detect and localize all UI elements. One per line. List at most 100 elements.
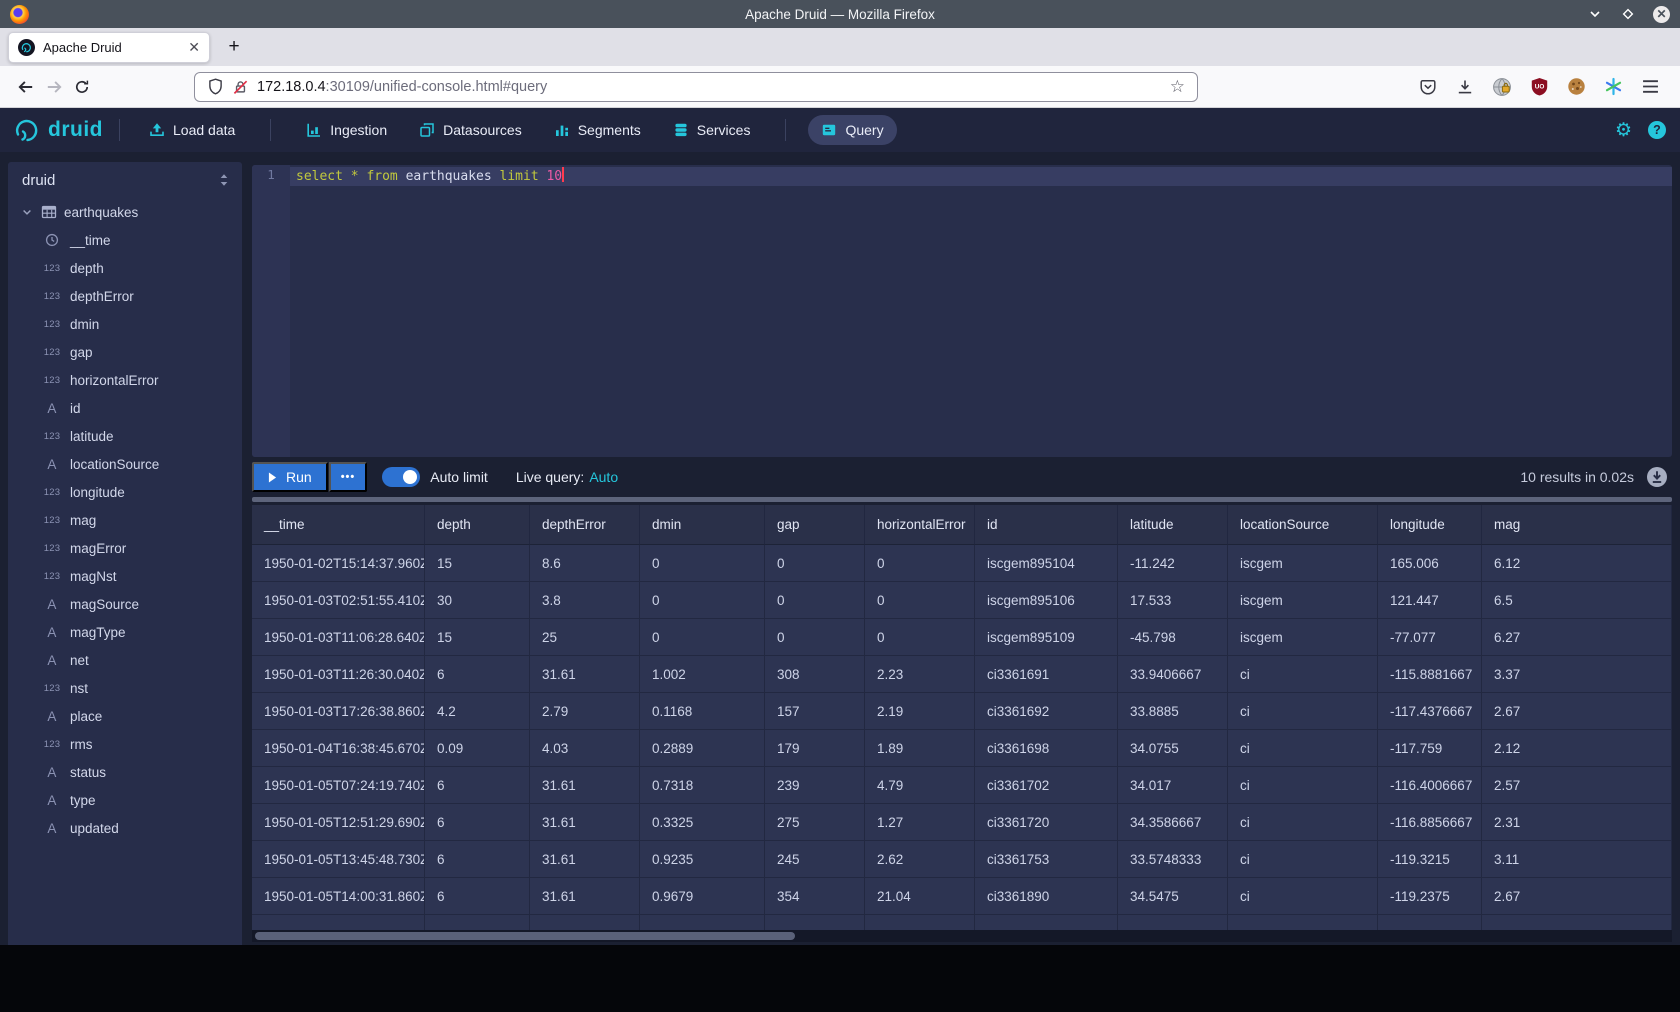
field-status[interactable]: Astatus [8, 758, 242, 786]
table-cell[interactable]: 0 [765, 545, 865, 582]
table-cell[interactable]: 31.61 [530, 656, 640, 693]
table-cell[interactable]: 0 [765, 619, 865, 656]
tracking-shield-icon[interactable] [207, 75, 223, 99]
query-text[interactable]: select * from earthquakes limit 10 [296, 167, 564, 184]
menu-hamburger-icon[interactable] [1638, 75, 1662, 99]
table-cell[interactable]: -116.8856667 [1378, 804, 1482, 841]
table-cell[interactable]: 6 [425, 804, 530, 841]
table-cell[interactable]: ci [1228, 878, 1378, 915]
url-text[interactable]: 172.18.0.4:30109/unified-console.html#qu… [257, 79, 547, 95]
downloads-icon[interactable] [1453, 75, 1477, 99]
column-header-__time[interactable]: __time [252, 505, 425, 545]
table-cell[interactable]: 0 [640, 582, 765, 619]
table-cell[interactable]: 2.62 [865, 841, 975, 878]
table-cell[interactable]: 0 [865, 545, 975, 582]
table-cell[interactable]: 1950-01-03T02:51:55.410Z [252, 582, 425, 619]
table-cell[interactable]: 1950-01-05T14:00:31.860Z [252, 878, 425, 915]
table-cell[interactable]: 2.57 [1482, 767, 1672, 804]
field-magSource[interactable]: AmagSource [8, 590, 242, 618]
table-cell[interactable]: 121.447 [1378, 582, 1482, 619]
table-cell[interactable]: 1.89 [865, 730, 975, 767]
column-header-gap[interactable]: gap [765, 505, 865, 545]
table-cell[interactable]: 6 [425, 656, 530, 693]
field-updated[interactable]: Aupdated [8, 814, 242, 842]
table-cell[interactable]: 2.67 [1482, 693, 1672, 730]
bookmark-star-icon[interactable]: ☆ [1170, 77, 1185, 97]
nav-datasources[interactable]: Datasources [406, 115, 535, 145]
table-cell[interactable]: 2.12 [1482, 730, 1672, 767]
table-cell[interactable]: iscgem [1228, 582, 1378, 619]
table-cell[interactable]: 8.6 [530, 545, 640, 582]
scrollbar-thumb[interactable] [255, 932, 795, 940]
table-cell[interactable]: 0 [865, 582, 975, 619]
table-cell[interactable]: 6 [425, 841, 530, 878]
field-locationSource[interactable]: AlocationSource [8, 450, 242, 478]
table-cell[interactable]: -116.4006667 [1378, 767, 1482, 804]
column-header-depthError[interactable]: depthError [530, 505, 640, 545]
field-gap[interactable]: 123gap [8, 338, 242, 366]
table-cell[interactable]: 17.533 [1118, 582, 1228, 619]
query-editor[interactable]: 1 select * from earthquakes limit 10 [252, 165, 1672, 457]
table-cell[interactable]: 31.61 [530, 841, 640, 878]
table-cell[interactable]: 21.04 [865, 878, 975, 915]
table-cell[interactable]: 1950-01-03T17:26:38.860Z [252, 693, 425, 730]
field-horizontalError[interactable]: 123horizontalError [8, 366, 242, 394]
table-cell[interactable]: 2.67 [1482, 878, 1672, 915]
double-caret-icon[interactable] [218, 173, 230, 187]
table-cell[interactable]: 0 [865, 619, 975, 656]
table-cell[interactable]: 0 [640, 619, 765, 656]
auto-limit-toggle[interactable] [382, 467, 420, 487]
chevron-down-icon[interactable] [21, 206, 34, 218]
table-cell[interactable]: iscgem895106 [975, 582, 1118, 619]
table-cell[interactable]: 1.27 [865, 804, 975, 841]
field-magNst[interactable]: 123magNst [8, 562, 242, 590]
table-cell[interactable]: 1.002 [640, 656, 765, 693]
table-cell[interactable]: -115.8881667 [1378, 656, 1482, 693]
table-cell[interactable]: 3.8 [530, 582, 640, 619]
nav-query[interactable]: Query [808, 115, 896, 145]
insecure-lock-icon[interactable] [232, 75, 248, 99]
table-cell[interactable]: 6 [425, 767, 530, 804]
field-latitude[interactable]: 123latitude [8, 422, 242, 450]
field-id[interactable]: Aid [8, 394, 242, 422]
spark-extension-icon[interactable] [1601, 75, 1625, 99]
table-cell[interactable]: 239 [765, 767, 865, 804]
table-cell[interactable]: 34.5475 [1118, 878, 1228, 915]
table-cell[interactable]: 0.9235 [640, 841, 765, 878]
table-cell[interactable]: ci3361698 [975, 730, 1118, 767]
table-cell[interactable]: -117.4376667 [1378, 693, 1482, 730]
table-cell[interactable]: ci [1228, 656, 1378, 693]
table-cell[interactable]: -119.2375 [1378, 878, 1482, 915]
table-cell[interactable]: iscgem895109 [975, 619, 1118, 656]
table-cell[interactable]: iscgem [1228, 545, 1378, 582]
table-cell[interactable]: 6.27 [1482, 619, 1672, 656]
field-longitude[interactable]: 123longitude [8, 478, 242, 506]
table-cell[interactable]: ci [1228, 767, 1378, 804]
table-cell[interactable]: 0.9679 [640, 878, 765, 915]
table-cell[interactable]: 33.5748333 [1118, 841, 1228, 878]
table-cell[interactable]: 354 [765, 878, 865, 915]
table-cell[interactable]: 6 [425, 878, 530, 915]
table-cell[interactable]: 1950-01-03T11:06:28.640Z [252, 619, 425, 656]
table-cell[interactable]: ci3361702 [975, 767, 1118, 804]
table-cell[interactable]: 165.006 [1378, 545, 1482, 582]
table-cell[interactable]: 2.23 [865, 656, 975, 693]
table-cell[interactable]: 0.3325 [640, 804, 765, 841]
table-cell[interactable]: 157 [765, 693, 865, 730]
table-cell[interactable]: 30 [425, 582, 530, 619]
table-cell[interactable]: 15 [425, 619, 530, 656]
table-cell[interactable]: 15 [425, 545, 530, 582]
druid-logo[interactable]: druid [14, 117, 103, 143]
table-cell[interactable]: iscgem [1228, 619, 1378, 656]
table-cell[interactable]: 308 [765, 656, 865, 693]
table-cell[interactable]: ci3361691 [975, 656, 1118, 693]
table-cell[interactable]: ci [1228, 841, 1378, 878]
table-cell[interactable]: ci3361890 [975, 878, 1118, 915]
table-cell[interactable]: -11.242 [1118, 545, 1228, 582]
field-net[interactable]: Anet [8, 646, 242, 674]
window-minimize-icon[interactable] [1587, 6, 1603, 22]
window-close-icon[interactable]: ✕ [1653, 6, 1670, 23]
table-cell[interactable]: 31.61 [530, 878, 640, 915]
field-dmin[interactable]: 123dmin [8, 310, 242, 338]
cookie-extension-icon[interactable] [1564, 75, 1588, 99]
